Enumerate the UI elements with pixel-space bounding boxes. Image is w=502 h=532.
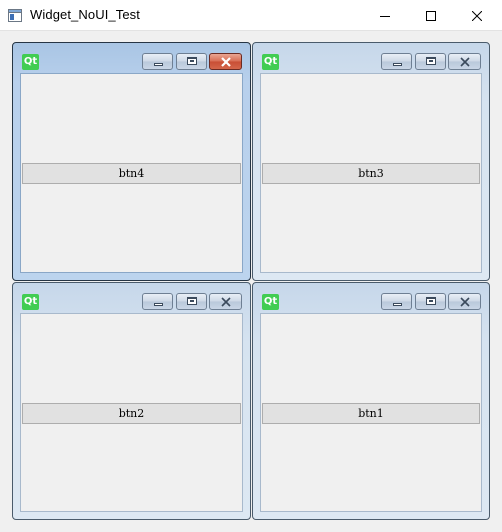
close-icon [472,10,482,21]
close-button[interactable] [454,0,500,31]
restore-icon [426,297,436,305]
subwindow-minimize-button[interactable] [142,293,173,310]
subwindow-titlebar[interactable]: Qt [13,43,250,73]
window-titlebar[interactable]: Widget_NoUI_Test [0,0,502,31]
minimize-icon [393,303,402,306]
btn2-button[interactable]: btn2 [22,403,241,424]
close-icon [460,297,470,307]
subwindow-close-button[interactable] [209,53,242,70]
subwindow-maximize-button[interactable] [415,53,446,70]
subwindow-content: btn4 [20,73,243,273]
subwindow-top-right[interactable]: Qt btn3 [252,42,490,281]
restore-icon [187,297,197,305]
btn1-button[interactable]: btn1 [262,403,480,424]
btn4-button[interactable]: btn4 [22,163,241,184]
close-icon [460,57,470,67]
maximize-icon [426,10,436,21]
close-icon [221,297,231,307]
minimize-icon [393,63,402,66]
minimize-icon [380,15,390,17]
subwindow-top-left[interactable]: Qt btn4 [12,42,251,281]
qt-logo-icon: Qt [262,294,279,310]
subwindow-titlebar[interactable]: Qt [13,283,250,313]
subwindow-content: btn1 [260,313,482,512]
mdi-area: Qt btn4 Qt btn3 Qt btn2 Qt btn1 [0,31,502,532]
restore-icon [187,57,197,65]
subwindow-maximize-button[interactable] [415,293,446,310]
minimize-icon [154,63,163,66]
subwindow-bottom-right[interactable]: Qt btn1 [252,282,490,520]
subwindow-titlebar[interactable]: Qt [253,283,489,313]
app-window-icon [8,9,22,22]
subwindow-minimize-button[interactable] [381,53,412,70]
subwindow-maximize-button[interactable] [176,53,207,70]
qt-logo-icon: Qt [22,54,39,70]
subwindow-minimize-button[interactable] [142,53,173,70]
qt-logo-icon: Qt [22,294,39,310]
subwindow-maximize-button[interactable] [176,293,207,310]
close-icon [221,57,231,67]
subwindow-close-button[interactable] [448,293,481,310]
btn3-button[interactable]: btn3 [262,163,480,184]
minimize-icon [154,303,163,306]
qt-logo-icon: Qt [262,54,279,70]
subwindow-content: btn3 [260,73,482,273]
subwindow-close-button[interactable] [209,293,242,310]
subwindow-content: btn2 [20,313,243,512]
subwindow-close-button[interactable] [448,53,481,70]
subwindow-titlebar[interactable]: Qt [253,43,489,73]
window-title: Widget_NoUI_Test [30,7,140,22]
minimize-button[interactable] [362,0,408,31]
restore-icon [426,57,436,65]
subwindow-minimize-button[interactable] [381,293,412,310]
subwindow-bottom-left[interactable]: Qt btn2 [12,282,251,520]
maximize-button[interactable] [408,0,454,31]
